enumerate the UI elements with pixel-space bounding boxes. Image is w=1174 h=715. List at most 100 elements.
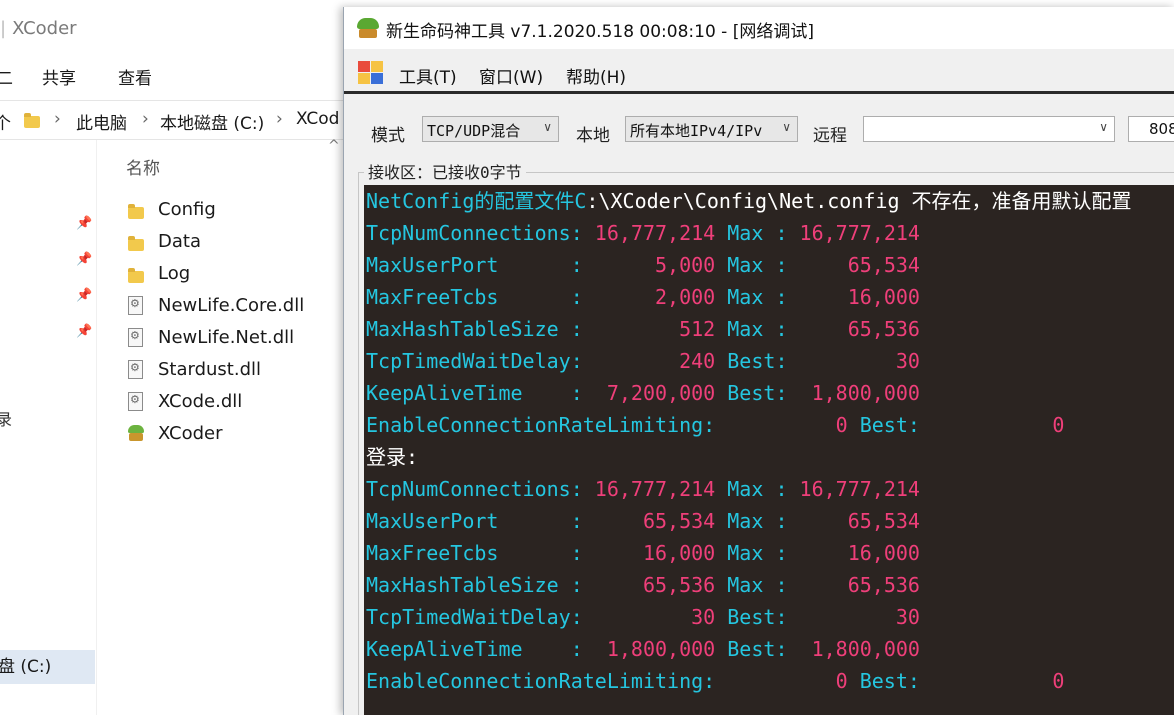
pin-icon[interactable]: 📌 — [76, 324, 92, 339]
console-value: 16,000 — [594, 541, 716, 565]
console-separator: : — [775, 509, 800, 533]
console-value: 65,534 — [594, 509, 716, 533]
console-separator: : — [570, 349, 595, 373]
ribbon-tab-partial[interactable]: 二 — [0, 64, 13, 89]
console-value: 65,534 — [799, 253, 920, 277]
console-value: 16,777,214 — [594, 221, 716, 245]
menu-window[interactable]: 窗口(W) — [479, 63, 543, 88]
nav-item-drive-label: 盘 (C:) — [0, 657, 52, 677]
console-limit-label: Max — [715, 317, 776, 341]
chevron-down-icon: ∨ — [1099, 120, 1108, 134]
console-line: MaxHashTableSize : 512 Max : 65,536 — [366, 313, 920, 345]
console-separator: : — [775, 349, 800, 373]
console-separator: : — [775, 317, 800, 341]
console-separator: : — [570, 221, 595, 245]
divider — [344, 91, 1174, 94]
list-item[interactable]: Config — [128, 196, 343, 226]
console-limit-label: Max — [715, 573, 776, 597]
console-value: 1,800,000 — [799, 381, 920, 405]
console-value: 240 — [594, 349, 716, 373]
console-separator: : — [570, 285, 595, 309]
window-title: 新生命码神工具 v7.1.2020.518 00:08:10 - [网络调试] — [386, 22, 814, 42]
pin-icon[interactable]: 📌 — [76, 216, 92, 231]
list-item[interactable]: Log — [128, 260, 343, 290]
ribbon-tab-share[interactable]: 共享 — [42, 64, 76, 89]
folder-icon — [128, 266, 144, 287]
file-name: Config — [158, 199, 216, 220]
address-partial: 个 — [0, 114, 11, 134]
console-key: KeepAliveTime — [366, 637, 571, 661]
list-item[interactable]: Data — [128, 228, 343, 258]
console-line: MaxFreeTcbs : 2,000 Max : 16,000 — [366, 281, 920, 313]
console-separator: : — [570, 541, 595, 565]
console-value: 65,536 — [799, 573, 920, 597]
list-item[interactable]: NewLife.Net.dll — [128, 324, 343, 354]
app-icon — [356, 17, 380, 39]
console-line: 登录: — [366, 441, 418, 473]
dll-icon — [128, 328, 143, 354]
mode-select[interactable]: TCP/UDP混合 ∨ — [422, 116, 559, 142]
console-limit-label: Max — [715, 541, 776, 565]
mode-label: 模式 — [371, 126, 405, 146]
breadcrumb-folder[interactable]: XCod — [296, 109, 339, 129]
console-key: KeepAliveTime — [366, 381, 571, 405]
nav-item-drive-c[interactable]: 盘 (C:) — [0, 650, 95, 684]
remote-address-combobox[interactable]: ∨ — [863, 116, 1115, 142]
console-value: 30 — [799, 349, 920, 373]
console-limit-label: Max — [715, 221, 776, 245]
pin-icon[interactable]: 📌 — [76, 252, 92, 267]
list-item[interactable]: XCode.dll — [128, 388, 343, 418]
console-separator: : — [570, 477, 595, 501]
local-address-select[interactable]: 所有本地IPv4/IPv ∨ — [625, 116, 798, 142]
console-value: 0 — [944, 669, 1065, 693]
local-select-value: 所有本地IPv4/IPv — [630, 122, 763, 140]
console-line: MaxHashTableSize : 65,536 Max : 65,536 — [366, 569, 920, 601]
console-key: EnableConnectionRateLimiting — [366, 413, 704, 437]
console-line: EnableConnectionRateLimiting: 0 Best: 0 — [366, 665, 1064, 697]
list-item[interactable]: NewLife.Core.dll — [128, 292, 343, 322]
console-value: 30 — [594, 605, 716, 629]
remote-label: 远程 — [813, 126, 847, 146]
console-value: 65,536 — [594, 573, 716, 597]
console-separator: : — [703, 413, 728, 437]
console-line: EnableConnectionRateLimiting: 0 Best: 0 — [366, 409, 1064, 441]
console-separator: : — [570, 253, 595, 277]
console-value: 16,777,214 — [799, 221, 920, 245]
xcoder-app-icon — [126, 425, 146, 449]
console-text: :\XCoder\Config\Net.config 不存在，准备用默认配置 — [586, 189, 1132, 213]
file-explorer-window: | XCoder 二 共享 查看 个 › 此电脑 › 本地磁盘 (C:) › XC… — [0, 0, 343, 715]
local-label: 本地 — [576, 126, 610, 146]
console-value: 0 — [727, 413, 848, 437]
console-key: TcpNumConnections — [366, 477, 571, 501]
breadcrumb-drive[interactable]: 本地磁盘 (C:) — [160, 109, 264, 134]
window-titlebar[interactable]: 新生命码神工具 v7.1.2020.518 00:08:10 - [网络调试] — [344, 7, 1174, 49]
address-bar[interactable]: 个 › 此电脑 › 本地磁盘 (C:) › XCod — [0, 100, 343, 140]
console-line: TcpTimedWaitDelay: 30 Best: 30 — [366, 601, 920, 633]
port-input[interactable]: 808 — [1128, 116, 1174, 142]
console-value: 65,534 — [799, 509, 920, 533]
console-separator: : — [570, 381, 595, 405]
file-name: XCode.dll — [158, 391, 243, 412]
console-limit-label: Best — [715, 349, 776, 373]
console-separator: : — [775, 285, 800, 309]
file-name: Stardust.dll — [158, 359, 262, 380]
window-menu-icon[interactable] — [358, 61, 384, 85]
ribbon-tab-view[interactable]: 查看 — [118, 64, 152, 89]
file-name: NewLife.Core.dll — [158, 295, 305, 316]
chevron-right-icon: › — [54, 109, 61, 129]
nav-item-partial[interactable]: 录 — [0, 406, 12, 430]
breadcrumb-this-pc[interactable]: 此电脑 — [76, 109, 127, 134]
console-separator: : — [570, 605, 595, 629]
console-value: 0 — [727, 669, 848, 693]
console-key: MaxFreeTcbs — [366, 541, 571, 565]
console-value: 16,777,214 — [799, 477, 920, 501]
list-item[interactable]: XCoder — [128, 420, 343, 450]
pin-icon[interactable]: 📌 — [76, 288, 92, 303]
console-separator: : — [570, 637, 595, 661]
column-header-name[interactable]: 名称 — [126, 154, 160, 179]
chevron-down-icon: ∨ — [543, 120, 552, 134]
list-item[interactable]: Stardust.dll — [128, 356, 343, 386]
receive-console[interactable]: NetConfig的配置文件C:\XCoder\Config\Net.confi… — [364, 185, 1174, 715]
menu-help[interactable]: 帮助(H) — [566, 63, 626, 88]
menu-tools[interactable]: 工具(T) — [399, 63, 457, 88]
